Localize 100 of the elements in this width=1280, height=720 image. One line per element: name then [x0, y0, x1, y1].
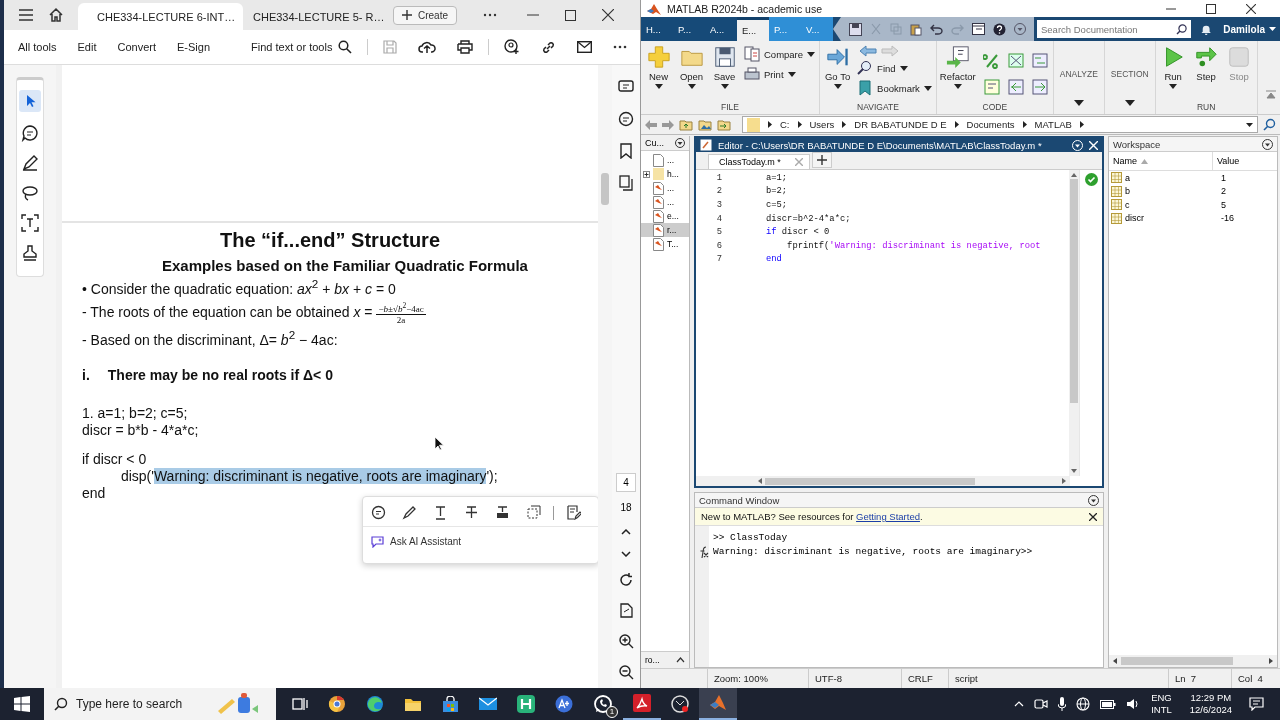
search-icon[interactable] [1176, 23, 1187, 35]
help-icon[interactable] [993, 22, 1006, 36]
window-switch-icon[interactable] [972, 23, 985, 35]
area-select-icon[interactable] [526, 505, 541, 520]
column-header[interactable]: Name [1113, 156, 1137, 166]
pdf-reader-icon[interactable] [633, 694, 651, 712]
file-item[interactable]: ... [641, 153, 689, 167]
pointer-icon[interactable] [19, 90, 41, 112]
zoom-out-icon[interactable] [618, 665, 634, 680]
back-arrow-icon[interactable] [859, 45, 878, 57]
translate-icon[interactable] [555, 695, 573, 713]
add-tab-icon[interactable] [811, 152, 832, 168]
volume-icon[interactable] [1126, 698, 1141, 710]
document-tab[interactable]: CHE334-LECTURE 6-INT… [78, 3, 243, 30]
file-item[interactable]: T... [641, 237, 689, 251]
search-icon[interactable] [1263, 118, 1276, 131]
add-user-icon[interactable] [504, 39, 521, 55]
maximize-icon[interactable] [1206, 3, 1216, 14]
path-segment[interactable]: Users [809, 119, 835, 130]
maximize-icon[interactable] [565, 9, 576, 21]
text-select-icon[interactable] [21, 214, 39, 232]
taskbar-search-field[interactable]: Type here to search [44, 688, 276, 720]
document-icon[interactable] [619, 603, 633, 618]
globe-icon[interactable] [1076, 697, 1091, 711]
ribbon-tab[interactable]: E... [737, 20, 769, 41]
scrollbar-thumb[interactable] [1070, 179, 1078, 403]
minimize-icon[interactable] [1166, 7, 1176, 10]
camera-icon[interactable] [1034, 698, 1049, 710]
scroll-left-icon[interactable] [758, 478, 762, 484]
home-icon[interactable] [48, 7, 64, 23]
windows-start-icon[interactable] [14, 696, 30, 712]
ai-assistant-button[interactable]: Ask AI Assistant [363, 527, 470, 556]
folder-up-icon[interactable] [679, 118, 693, 131]
more-icon[interactable] [483, 13, 497, 17]
file-item[interactable]: r... [641, 223, 689, 237]
toolbar-button[interactable]: E-Sign [177, 41, 211, 53]
bookmark-icon[interactable] [619, 143, 633, 159]
browse-folder-icon[interactable] [698, 118, 712, 131]
menu-icon[interactable] [18, 8, 34, 22]
toolbar-button[interactable]: All tools [18, 41, 57, 53]
battery-icon[interactable] [1100, 699, 1117, 709]
panel-tab[interactable]: ro... [645, 655, 660, 665]
document-tab[interactable]: CHE334-LECTURE 5- R… [243, 3, 383, 30]
ribbon-button[interactable]: Refactor [938, 43, 977, 91]
mail-icon[interactable] [479, 697, 497, 711]
code-tools-icon[interactable] [982, 51, 1051, 97]
expand-icon[interactable] [643, 170, 650, 178]
account-menu[interactable]: Damilola [1219, 23, 1280, 35]
letter-tile-icon[interactable] [517, 695, 535, 713]
ribbon-button[interactable]: Open [676, 43, 707, 91]
folder-arrow-icon[interactable] [717, 118, 731, 131]
shopping-bag-icon[interactable] [442, 695, 459, 713]
pen-icon[interactable] [402, 505, 417, 520]
path-field[interactable]: C: Users DR BABATUNDE D E Documents MATLAB [742, 116, 1258, 133]
ribbon-button[interactable]: Bookmark [855, 79, 934, 97]
ribbon-button[interactable]: Step [1190, 43, 1222, 84]
caret-icon[interactable] [1246, 122, 1253, 127]
ribbon-tab[interactable]: H... [641, 17, 673, 41]
path-segment[interactable]: C: [780, 119, 790, 130]
browser-wave-icon[interactable] [366, 695, 384, 713]
file-item[interactable]: ... [641, 181, 689, 195]
close-icon[interactable] [602, 9, 614, 21]
ribbon-button[interactable]: Find [855, 59, 934, 77]
file-item[interactable]: h... [641, 167, 689, 181]
collapse-ribbon-icon[interactable] [1266, 90, 1276, 100]
ribbon-tab[interactable]: P... [673, 17, 705, 41]
chevron-down-icon[interactable] [621, 551, 631, 557]
undo-icon[interactable] [930, 23, 943, 35]
pages-icon[interactable] [619, 175, 633, 191]
file-item[interactable]: e... [641, 209, 689, 223]
app-logo-icon[interactable] [709, 694, 727, 712]
create-button[interactable]: Create [393, 5, 457, 25]
scroll-down-icon[interactable] [1071, 469, 1077, 473]
browser-icon[interactable] [328, 695, 346, 713]
file-item[interactable]: ... [641, 195, 689, 209]
getting-started-link[interactable]: Getting Started [856, 511, 920, 522]
find-button[interactable]: Find text or tools [251, 40, 353, 54]
input-language-indicator[interactable]: ENG INTL [1151, 692, 1172, 716]
stamp-icon[interactable] [21, 244, 39, 262]
chevron-up-icon[interactable] [621, 529, 631, 535]
panel-menu-icon[interactable] [1088, 494, 1099, 506]
print-icon[interactable] [457, 40, 474, 54]
ribbon-button[interactable]: Run [1157, 43, 1189, 91]
upload-cloud-icon[interactable] [418, 40, 437, 54]
ribbon-menu-button[interactable]: ANALYZE [1055, 43, 1102, 114]
underline-icon[interactable] [433, 505, 448, 520]
scrollbar-thumb[interactable] [765, 477, 975, 485]
ribbon-button[interactable]: New [643, 43, 674, 91]
strikethrough-icon[interactable] [464, 505, 479, 520]
path-segment[interactable]: MATLAB [1034, 119, 1072, 130]
column-header[interactable]: Value [1212, 152, 1240, 170]
save-icon[interactable] [849, 22, 862, 36]
scroll-right-icon[interactable] [1269, 658, 1273, 664]
notifications-icon[interactable] [1249, 697, 1264, 711]
task-view-icon[interactable] [292, 697, 308, 711]
chevron-up-icon[interactable] [676, 657, 685, 663]
scroll-right-icon[interactable] [1062, 478, 1066, 484]
clock[interactable]: 12:29 PM 12/6/2024 [1189, 692, 1232, 716]
close-icon[interactable] [1089, 512, 1097, 521]
path-segment[interactable]: DR BABATUNDE D E [854, 119, 947, 130]
